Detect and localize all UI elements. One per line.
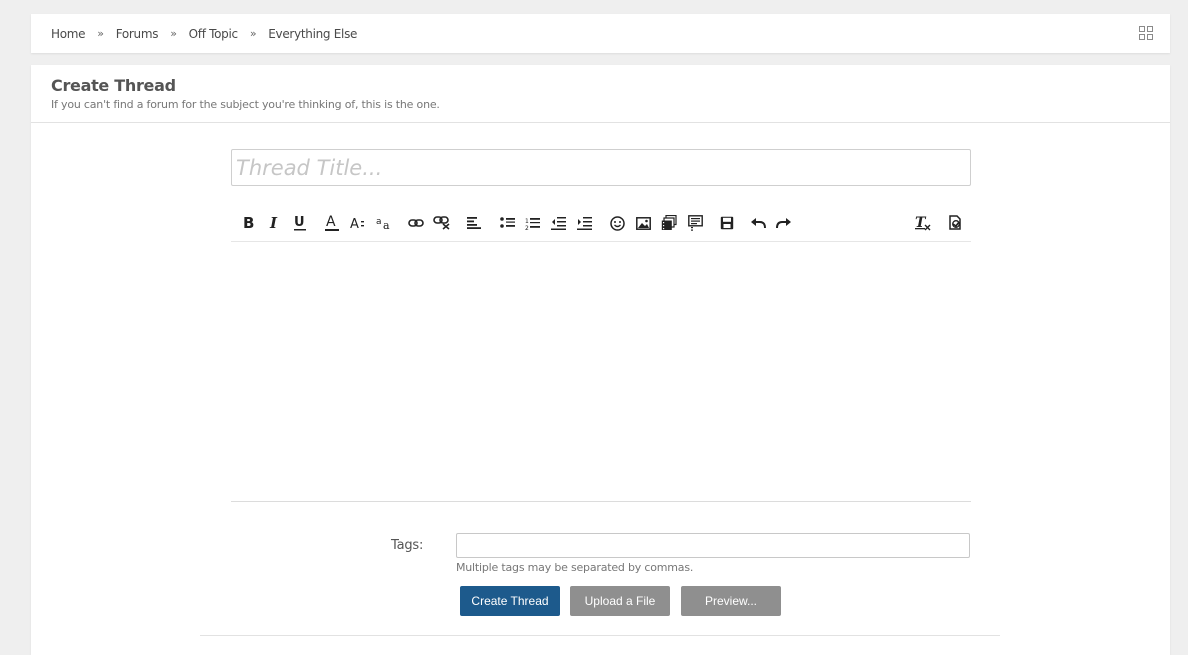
indent-icon[interactable]: [575, 211, 593, 235]
breadcrumb-bar: Home » Forums » Off Topic » Everything E…: [31, 14, 1170, 53]
bold-icon[interactable]: B: [240, 211, 258, 235]
redo-icon[interactable]: [775, 211, 793, 235]
breadcrumb-home[interactable]: Home: [51, 27, 86, 41]
unlink-icon[interactable]: [433, 211, 451, 235]
italic-icon[interactable]: I: [266, 211, 284, 235]
divider: [200, 635, 1000, 636]
breadcrumb-separator: »: [170, 27, 177, 40]
font-size-icon[interactable]: A: [349, 211, 367, 235]
breadcrumb-everything-else[interactable]: Everything Else: [268, 27, 357, 41]
svg-text:1: 1: [525, 218, 529, 225]
font-family-icon[interactable]: aa: [375, 211, 393, 235]
page-title: Create Thread: [51, 76, 176, 95]
tags-input[interactable]: [456, 533, 970, 558]
svg-text:A: A: [326, 214, 336, 230]
smilies-icon[interactable]: [608, 211, 626, 235]
create-thread-panel: Create Thread If you can't find a forum …: [31, 65, 1170, 655]
breadcrumb-forums[interactable]: Forums: [116, 27, 159, 41]
tags-label: Tags:: [391, 538, 424, 553]
align-left-icon[interactable]: [465, 211, 483, 235]
breadcrumb-separator: »: [249, 27, 257, 40]
font-color-icon[interactable]: A: [323, 211, 341, 235]
breadcrumb: Home » Forums » Off Topic » Everything E…: [51, 14, 357, 53]
numbered-list-icon[interactable]: 12: [523, 211, 541, 235]
remove-format-icon[interactable]: T: [914, 211, 932, 235]
svg-text:a: a: [376, 217, 382, 227]
svg-text:2: 2: [525, 225, 529, 230]
svg-text:A: A: [350, 217, 359, 231]
quote-icon[interactable]: [686, 211, 704, 235]
svg-text:a: a: [383, 219, 390, 231]
underline-icon[interactable]: U: [291, 211, 309, 235]
create-thread-button[interactable]: Create Thread: [460, 586, 560, 616]
bbcode-toggle-icon[interactable]: [945, 211, 963, 235]
svg-text:U: U: [294, 215, 305, 230]
grid-menu-icon[interactable]: [1139, 26, 1153, 40]
message-editor[interactable]: [231, 242, 971, 502]
bullet-list-icon[interactable]: [498, 211, 516, 235]
svg-text:B: B: [243, 215, 254, 231]
panel-header: Create Thread If you can't find a forum …: [31, 65, 1170, 123]
undo-icon[interactable]: [749, 211, 767, 235]
image-icon[interactable]: [634, 211, 652, 235]
page-subtitle: If you can't find a forum for the subjec…: [51, 98, 440, 111]
upload-file-button[interactable]: Upload a File: [570, 586, 670, 616]
preview-button[interactable]: Preview...: [681, 586, 781, 616]
editor-toolbar: B I U A A aa 1 2 T: [231, 208, 971, 242]
link-icon[interactable]: [407, 211, 425, 235]
breadcrumb-off-topic[interactable]: Off Topic: [189, 27, 239, 41]
media-icon[interactable]: [660, 211, 678, 235]
outdent-icon[interactable]: [549, 211, 567, 235]
save-draft-icon[interactable]: [718, 211, 736, 235]
breadcrumb-separator: »: [97, 27, 104, 40]
tags-hint: Multiple tags may be separated by commas…: [456, 561, 694, 574]
svg-text:I: I: [269, 215, 278, 231]
thread-title-input[interactable]: [231, 149, 971, 186]
